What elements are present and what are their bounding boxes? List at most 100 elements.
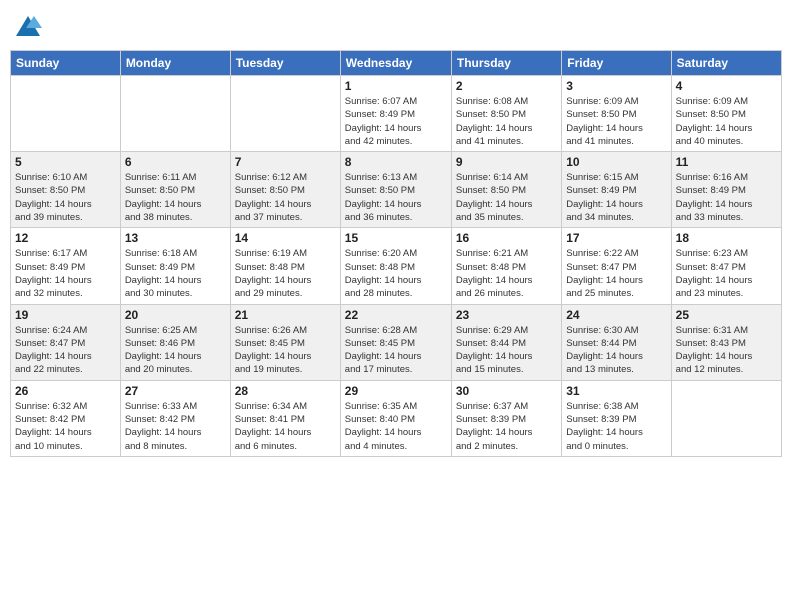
day-number: 29 [345, 384, 447, 398]
calendar-cell: 31 Sunrise: 6:38 AMSunset: 8:39 PMDayligh… [562, 380, 671, 456]
day-number: 18 [676, 231, 777, 245]
day-info: Sunrise: 6:23 AMSunset: 8:47 PMDaylight:… [676, 247, 777, 300]
day-number: 20 [125, 308, 226, 322]
calendar-cell: 9 Sunrise: 6:14 AMSunset: 8:50 PMDaylight… [451, 152, 561, 228]
calendar-cell [671, 380, 781, 456]
day-info: Sunrise: 6:26 AMSunset: 8:45 PMDaylight:… [235, 324, 336, 377]
calendar-cell: 3Sunrise: 6:09 AMSunset: 8:50 PMDaylight… [562, 76, 671, 152]
day-info: Sunrise: 6:12 AMSunset: 8:50 PMDaylight:… [235, 171, 336, 224]
calendar-cell [11, 76, 121, 152]
day-info: Sunrise: 6:11 AMSunset: 8:50 PMDaylight:… [125, 171, 226, 224]
day-info: Sunrise: 6:21 AMSunset: 8:48 PMDaylight:… [456, 247, 557, 300]
calendar-cell: 14 Sunrise: 6:19 AMSunset: 8:48 PMDayligh… [230, 228, 340, 304]
calendar-cell: 11Sunrise: 6:16 AMSunset: 8:49 PMDayligh… [671, 152, 781, 228]
day-number: 23 [456, 308, 557, 322]
day-number: 8 [345, 155, 447, 169]
day-info: Sunrise: 6:09 AMSunset: 8:50 PMDaylight:… [566, 95, 666, 148]
calendar-cell: 13 Sunrise: 6:18 AMSunset: 8:49 PMDayligh… [120, 228, 230, 304]
calendar-cell: 5 Sunrise: 6:10 AMSunset: 8:50 PMDaylight… [11, 152, 121, 228]
page-header [10, 10, 782, 42]
day-info: Sunrise: 6:10 AMSunset: 8:50 PMDaylight:… [15, 171, 116, 224]
calendar-cell: 4 Sunrise: 6:09 AMSunset: 8:50 PMDaylight… [671, 76, 781, 152]
day-number: 28 [235, 384, 336, 398]
calendar-cell: 8 Sunrise: 6:13 AMSunset: 8:50 PMDaylight… [340, 152, 451, 228]
calendar-cell: 28 Sunrise: 6:34 AMSunset: 8:41 PMDayligh… [230, 380, 340, 456]
logo [14, 14, 46, 42]
calendar-cell: 12 Sunrise: 6:17 AMSunset: 8:49 PMDayligh… [11, 228, 121, 304]
day-info: Sunrise: 6:31 AMSunset: 8:43 PMDaylight:… [676, 324, 777, 377]
day-info: Sunrise: 6:32 AMSunset: 8:42 PMDaylight:… [15, 400, 116, 453]
day-info: Sunrise: 6:20 AMSunset: 8:48 PMDaylight:… [345, 247, 447, 300]
day-number: 6 [125, 155, 226, 169]
calendar-cell: 15 Sunrise: 6:20 AMSunset: 8:48 PMDayligh… [340, 228, 451, 304]
day-info: Sunrise: 6:22 AMSunset: 8:47 PMDaylight:… [566, 247, 666, 300]
day-number: 21 [235, 308, 336, 322]
calendar-cell: 19 Sunrise: 6:24 AMSunset: 8:47 PMDayligh… [11, 304, 121, 380]
day-info: Sunrise: 6:30 AMSunset: 8:44 PMDaylight:… [566, 324, 666, 377]
day-info: Sunrise: 6:37 AMSunset: 8:39 PMDaylight:… [456, 400, 557, 453]
day-number: 31 [566, 384, 666, 398]
calendar-week-row: 1Sunrise: 6:07 AMSunset: 8:49 PMDaylight… [11, 76, 782, 152]
day-info: Sunrise: 6:13 AMSunset: 8:50 PMDaylight:… [345, 171, 447, 224]
calendar-cell: 25Sunrise: 6:31 AMSunset: 8:43 PMDayligh… [671, 304, 781, 380]
calendar-cell: 24 Sunrise: 6:30 AMSunset: 8:44 PMDayligh… [562, 304, 671, 380]
day-info: Sunrise: 6:19 AMSunset: 8:48 PMDaylight:… [235, 247, 336, 300]
calendar-cell [230, 76, 340, 152]
calendar-cell: 6 Sunrise: 6:11 AMSunset: 8:50 PMDaylight… [120, 152, 230, 228]
day-number: 30 [456, 384, 557, 398]
day-number: 19 [15, 308, 116, 322]
day-number: 12 [15, 231, 116, 245]
calendar-week-row: 26 Sunrise: 6:32 AMSunset: 8:42 PMDayligh… [11, 380, 782, 456]
day-number: 14 [235, 231, 336, 245]
day-info: Sunrise: 6:07 AMSunset: 8:49 PMDaylight:… [345, 95, 447, 148]
calendar-cell: 22Sunrise: 6:28 AMSunset: 8:45 PMDayligh… [340, 304, 451, 380]
calendar-cell [120, 76, 230, 152]
calendar-cell: 7 Sunrise: 6:12 AMSunset: 8:50 PMDaylight… [230, 152, 340, 228]
day-info: Sunrise: 6:16 AMSunset: 8:49 PMDaylight:… [676, 171, 777, 224]
day-info: Sunrise: 6:29 AMSunset: 8:44 PMDaylight:… [456, 324, 557, 377]
day-info: Sunrise: 6:14 AMSunset: 8:50 PMDaylight:… [456, 171, 557, 224]
calendar-table: SundayMondayTuesdayWednesdayThursdayFrid… [10, 50, 782, 457]
day-number: 15 [345, 231, 447, 245]
day-number: 26 [15, 384, 116, 398]
day-number: 27 [125, 384, 226, 398]
calendar-week-row: 5 Sunrise: 6:10 AMSunset: 8:50 PMDaylight… [11, 152, 782, 228]
day-info: Sunrise: 6:18 AMSunset: 8:49 PMDaylight:… [125, 247, 226, 300]
calendar-cell: 16 Sunrise: 6:21 AMSunset: 8:48 PMDayligh… [451, 228, 561, 304]
column-header-wednesday: Wednesday [340, 51, 451, 76]
day-number: 17 [566, 231, 666, 245]
calendar-week-row: 12 Sunrise: 6:17 AMSunset: 8:49 PMDayligh… [11, 228, 782, 304]
day-number: 2 [456, 79, 557, 93]
calendar-cell: 21 Sunrise: 6:26 AMSunset: 8:45 PMDayligh… [230, 304, 340, 380]
day-number: 4 [676, 79, 777, 93]
column-header-monday: Monday [120, 51, 230, 76]
day-number: 5 [15, 155, 116, 169]
calendar-week-row: 19 Sunrise: 6:24 AMSunset: 8:47 PMDayligh… [11, 304, 782, 380]
day-info: Sunrise: 6:17 AMSunset: 8:49 PMDaylight:… [15, 247, 116, 300]
calendar-header-row: SundayMondayTuesdayWednesdayThursdayFrid… [11, 51, 782, 76]
day-info: Sunrise: 6:38 AMSunset: 8:39 PMDaylight:… [566, 400, 666, 453]
calendar-cell: 17 Sunrise: 6:22 AMSunset: 8:47 PMDayligh… [562, 228, 671, 304]
calendar-cell: 30 Sunrise: 6:37 AMSunset: 8:39 PMDayligh… [451, 380, 561, 456]
calendar-cell: 26 Sunrise: 6:32 AMSunset: 8:42 PMDayligh… [11, 380, 121, 456]
day-info: Sunrise: 6:15 AMSunset: 8:49 PMDaylight:… [566, 171, 666, 224]
day-info: Sunrise: 6:24 AMSunset: 8:47 PMDaylight:… [15, 324, 116, 377]
day-number: 7 [235, 155, 336, 169]
calendar-cell: 18 Sunrise: 6:23 AMSunset: 8:47 PMDayligh… [671, 228, 781, 304]
day-info: Sunrise: 6:25 AMSunset: 8:46 PMDaylight:… [125, 324, 226, 377]
column-header-tuesday: Tuesday [230, 51, 340, 76]
day-number: 24 [566, 308, 666, 322]
column-header-sunday: Sunday [11, 51, 121, 76]
day-number: 16 [456, 231, 557, 245]
day-info: Sunrise: 6:09 AMSunset: 8:50 PMDaylight:… [676, 95, 777, 148]
day-info: Sunrise: 6:08 AMSunset: 8:50 PMDaylight:… [456, 95, 557, 148]
day-info: Sunrise: 6:28 AMSunset: 8:45 PMDaylight:… [345, 324, 447, 377]
day-info: Sunrise: 6:33 AMSunset: 8:42 PMDaylight:… [125, 400, 226, 453]
day-number: 9 [456, 155, 557, 169]
column-header-friday: Friday [562, 51, 671, 76]
day-number: 13 [125, 231, 226, 245]
calendar-cell: 10Sunrise: 6:15 AMSunset: 8:49 PMDayligh… [562, 152, 671, 228]
column-header-saturday: Saturday [671, 51, 781, 76]
day-info: Sunrise: 6:34 AMSunset: 8:41 PMDaylight:… [235, 400, 336, 453]
calendar-cell: 23 Sunrise: 6:29 AMSunset: 8:44 PMDayligh… [451, 304, 561, 380]
